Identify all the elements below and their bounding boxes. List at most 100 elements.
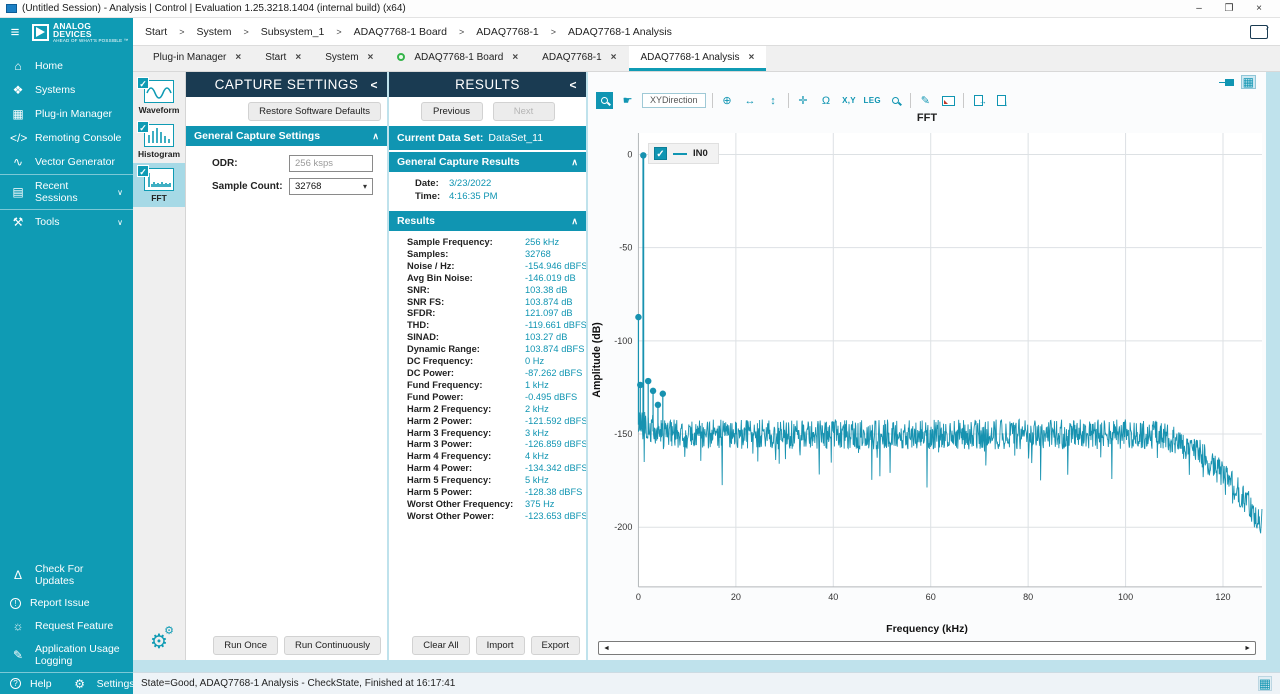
tab-plug-in-manager[interactable]: Plug-in Manager× bbox=[141, 46, 253, 71]
bell-icon: Δ bbox=[10, 568, 26, 582]
clear-all-button[interactable]: Clear All bbox=[412, 636, 469, 655]
tab-close-icon[interactable]: × bbox=[295, 52, 301, 63]
breadcrumb-item[interactable]: ADAQ7768-1 bbox=[476, 26, 538, 38]
fft-plot: 0204060801001200-50-100-150-200Amplitude… bbox=[588, 127, 1266, 623]
tab-close-icon[interactable]: × bbox=[235, 52, 241, 63]
close-button[interactable]: × bbox=[1244, 3, 1274, 14]
checked-checkbox[interactable]: ✓ bbox=[137, 165, 149, 177]
checked-checkbox[interactable]: ✓ bbox=[137, 121, 149, 133]
sidebar-item-help[interactable]: ?Help bbox=[0, 675, 62, 693]
sidebar-item-recent-sessions[interactable]: ▤Recent Sessions∨ bbox=[0, 174, 133, 209]
sidebar-item-label: Settings bbox=[97, 678, 135, 690]
restore-button[interactable]: ❐ bbox=[1214, 3, 1244, 14]
analysis-view-waveform[interactable]: ✓Waveform bbox=[133, 75, 185, 119]
legend-toggle-button[interactable]: LEG bbox=[864, 92, 881, 109]
breadcrumb-item[interactable]: Subsystem_1 bbox=[261, 26, 325, 38]
analysis-settings-gears-icon[interactable]: ⚙ bbox=[150, 632, 168, 652]
series-checkbox[interactable]: ✓ bbox=[654, 147, 667, 160]
minimize-button[interactable]: – bbox=[1184, 3, 1214, 14]
import-data-button[interactable] bbox=[993, 92, 1010, 109]
y-tick-label: -150 bbox=[614, 429, 632, 439]
previous-button[interactable]: Previous bbox=[421, 102, 483, 121]
breadcrumb-item[interactable]: ADAQ7768-1 Board bbox=[354, 26, 447, 38]
breadcrumb-item[interactable]: ADAQ7768-1 Analysis bbox=[568, 26, 672, 38]
xy-values-button[interactable]: X,Y bbox=[841, 92, 858, 109]
result-row: Harm 5 Frequency:5 kHz bbox=[407, 475, 584, 487]
scroll-left-icon[interactable]: ◄ bbox=[603, 645, 610, 652]
sidebar-item-tools[interactable]: ⚒Tools∨ bbox=[0, 209, 133, 234]
tab-close-icon[interactable]: × bbox=[368, 52, 374, 63]
tab-close-icon[interactable]: × bbox=[611, 52, 617, 63]
peak-marker bbox=[645, 378, 651, 384]
sidebar-item-request-feature[interactable]: ☼Request Feature bbox=[0, 614, 133, 638]
snapshot-grip-icon[interactable]: ▦ bbox=[1258, 676, 1272, 691]
tab-adaq7768-1-board[interactable]: ADAQ7768-1 Board× bbox=[385, 46, 530, 71]
checked-checkbox[interactable]: ✓ bbox=[137, 77, 149, 89]
session-export-icon[interactable] bbox=[1250, 25, 1268, 39]
result-value: 2 kHz bbox=[525, 404, 549, 416]
sidebar-item-label: Recent Sessions bbox=[35, 180, 108, 204]
zoom-select-button[interactable] bbox=[596, 92, 613, 109]
horizontal-scrollbar[interactable]: ◄ ► bbox=[598, 641, 1256, 655]
pan-button[interactable]: ☛ bbox=[619, 92, 636, 109]
odr-input[interactable] bbox=[289, 155, 373, 172]
results-section[interactable]: Results ∧ bbox=[389, 211, 586, 231]
general-capture-results-section[interactable]: General Capture Results ∧ bbox=[389, 152, 586, 172]
sidebar-item-plug-in-manager[interactable]: ▦Plug-in Manager bbox=[0, 102, 133, 126]
result-label: Harm 4 Frequency: bbox=[407, 451, 525, 463]
run-once-button[interactable]: Run Once bbox=[213, 636, 278, 655]
vertical-scale-button[interactable]: ↕ bbox=[765, 92, 782, 109]
pin-icon[interactable] bbox=[1225, 79, 1234, 86]
xy-direction-dropdown[interactable]: XYDirection bbox=[642, 93, 706, 108]
analysis-view-fft[interactable]: ✓FFT bbox=[133, 163, 185, 207]
fit-to-view-button[interactable]: ✛ bbox=[795, 92, 812, 109]
hamburger-menu-icon[interactable]: ≡ bbox=[0, 25, 30, 40]
adi-triangle-icon bbox=[32, 24, 49, 41]
export-data-button[interactable] bbox=[970, 92, 987, 109]
impedance-button[interactable]: Ω bbox=[818, 92, 835, 109]
next-button[interactable]: Next bbox=[493, 102, 555, 121]
tab-start[interactable]: Start× bbox=[253, 46, 313, 71]
results-title: RESULTS bbox=[455, 77, 520, 92]
sidebar-item-remoting-console[interactable]: </>Remoting Console bbox=[0, 126, 133, 150]
analysis-view-histogram[interactable]: ✓Histogram bbox=[133, 119, 185, 163]
sidebar-item-application-usage-logging[interactable]: ✎Application Usage Logging bbox=[0, 638, 133, 672]
annotate-button[interactable]: ✎ bbox=[917, 92, 934, 109]
tab-close-icon[interactable]: × bbox=[512, 52, 518, 63]
restore-defaults-button[interactable]: Restore Software Defaults bbox=[248, 102, 381, 121]
sidebar-item-systems[interactable]: ❖Systems bbox=[0, 78, 133, 102]
tab-close-icon[interactable]: × bbox=[748, 52, 754, 63]
sidebar-item-report-issue[interactable]: !Report Issue bbox=[0, 592, 133, 614]
breadcrumb-item[interactable]: Start bbox=[145, 26, 167, 38]
breadcrumb-separator: > bbox=[551, 27, 556, 37]
breadcrumb-item[interactable]: System bbox=[196, 26, 231, 38]
magnifier-icon bbox=[892, 97, 899, 104]
result-label: Harm 2 Frequency: bbox=[407, 404, 525, 416]
sidebar-item-vector-generator[interactable]: ∿Vector Generator bbox=[0, 150, 133, 174]
sidebar-item-check-for-updates[interactable]: ΔCheck For Updates bbox=[0, 558, 133, 592]
tab-system[interactable]: System× bbox=[313, 46, 385, 71]
center-target-button[interactable]: ⊕ bbox=[719, 92, 736, 109]
run-continuously-button[interactable]: Run Continuously bbox=[284, 636, 381, 655]
plot-background[interactable] bbox=[638, 133, 1262, 587]
import-button[interactable]: Import bbox=[476, 636, 525, 655]
general-capture-settings-section[interactable]: General Capture Settings ∧ bbox=[186, 126, 387, 146]
home-icon: ⌂ bbox=[10, 59, 26, 73]
save-image-button[interactable] bbox=[940, 92, 957, 109]
result-value: 4 kHz bbox=[525, 451, 549, 463]
sidebar-item-home[interactable]: ⌂Home bbox=[0, 54, 133, 78]
tab-adaq7768-1-analysis[interactable]: ADAQ7768-1 Analysis× bbox=[629, 46, 767, 71]
result-label: DC Power: bbox=[407, 368, 525, 380]
collapse-left-icon[interactable]: < bbox=[569, 78, 577, 92]
horizontal-scale-button[interactable]: ↔ bbox=[742, 92, 759, 109]
grid-icon[interactable]: ▦ bbox=[1241, 75, 1256, 89]
x-tick-label: 40 bbox=[828, 592, 838, 602]
tab-adaq7768-1[interactable]: ADAQ7768-1× bbox=[530, 46, 628, 71]
scroll-right-icon[interactable]: ► bbox=[1244, 645, 1251, 652]
sample-count-select[interactable]: 32768 ▾ bbox=[289, 178, 373, 195]
zoom-region-button[interactable] bbox=[887, 92, 904, 109]
file-export-icon bbox=[974, 95, 983, 106]
plugin-manager-icon: ▦ bbox=[10, 107, 26, 121]
collapse-left-icon[interactable]: < bbox=[370, 78, 378, 92]
export-button[interactable]: Export bbox=[531, 636, 580, 655]
